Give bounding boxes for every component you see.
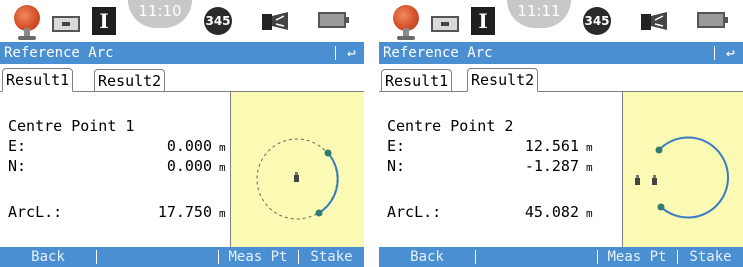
- satellites-icon[interactable]: 345: [583, 7, 611, 35]
- arc-end-point: [657, 203, 665, 211]
- meas-pt-button[interactable]: Meas Pt: [218, 247, 298, 267]
- arc-length-unit: m: [219, 207, 226, 220]
- memory-card-icon[interactable]: [52, 16, 80, 32]
- tab-result2[interactable]: Result2: [467, 68, 539, 92]
- title-separator: [335, 46, 336, 60]
- result-panel: Centre Point 2 E: 12.561 m N: -1.287 m A…: [379, 92, 609, 247]
- point-icon: [635, 175, 640, 185]
- mode-icon[interactable]: I: [92, 7, 116, 35]
- stake-button[interactable]: Stake: [678, 247, 743, 267]
- easting-unit: m: [586, 141, 593, 154]
- battery-icon[interactable]: [318, 12, 349, 28]
- arc-graphic: [230, 92, 364, 247]
- easting-value: 0.000: [166, 137, 212, 155]
- sensor-icon[interactable]: [639, 10, 669, 32]
- tab-result2[interactable]: Result2: [94, 69, 166, 91]
- reference-arc: [658, 136, 730, 219]
- status-bar: I 11:10 345: [0, 0, 364, 42]
- arc-length-label: ArcL.:: [8, 203, 63, 221]
- arc-start-point: [655, 146, 663, 154]
- back-button[interactable]: Back: [0, 247, 96, 267]
- page-title: Reference Arc: [383, 45, 493, 61]
- battery-icon[interactable]: [697, 12, 728, 28]
- back-button[interactable]: Back: [379, 247, 475, 267]
- status-bar: I 11:11 345: [379, 0, 743, 42]
- screen-result1: I 11:10 345 Reference Arc ↩ Result1 Resu…: [0, 0, 364, 267]
- arc-length-label: ArcL.:: [387, 203, 442, 221]
- result-panel: Centre Point 1 E: 0.000 m N: 0.000 m Arc…: [0, 92, 230, 247]
- easting-label: E:: [8, 137, 27, 155]
- stake-button[interactable]: Stake: [299, 247, 364, 267]
- screen-result2: I 11:11 345 Reference Arc ↩ Result1 Resu…: [379, 0, 743, 267]
- tab-bar: Result1 Result2: [0, 64, 364, 92]
- northing-unit: m: [586, 161, 593, 174]
- back-arrow-icon[interactable]: ↩: [726, 42, 735, 64]
- mode-icon[interactable]: I: [471, 7, 495, 35]
- arc-length-value: 17.750: [157, 203, 212, 221]
- arc-length-value: 45.082: [524, 203, 579, 221]
- northing-value: -1.287: [524, 157, 579, 175]
- tab-bar: Result1 Result2: [379, 64, 743, 92]
- arc-length-unit: m: [586, 207, 593, 220]
- arc-start-point: [324, 149, 332, 157]
- tab-result1[interactable]: Result1: [2, 68, 74, 92]
- northing-value: 0.000: [166, 157, 212, 175]
- northing-label: N:: [387, 157, 406, 175]
- prism-base-icon: [18, 36, 36, 40]
- arc-diagram: [635, 136, 730, 219]
- easting-label: E:: [387, 137, 406, 155]
- reference-arc: [318, 152, 339, 214]
- arc-diagram: [256, 138, 339, 220]
- arc-graphic: [622, 92, 743, 247]
- tab-result1[interactable]: Result1: [381, 69, 453, 91]
- softkey-separator: [475, 250, 476, 264]
- memory-card-icon[interactable]: [431, 16, 459, 32]
- satellites-icon[interactable]: 345: [204, 7, 232, 35]
- title-bar: Reference Arc ↩: [0, 42, 364, 64]
- northing-label: N:: [8, 157, 27, 175]
- centre-point-icon: [294, 172, 299, 182]
- easting-value: 12.561: [524, 137, 579, 155]
- title-bar: Reference Arc ↩: [379, 42, 743, 64]
- softkey-separator: [96, 250, 97, 264]
- back-arrow-icon[interactable]: ↩: [347, 42, 356, 64]
- northing-unit: m: [219, 161, 226, 174]
- sensor-icon[interactable]: [260, 10, 290, 32]
- centre-point-heading: Centre Point 1: [8, 117, 135, 135]
- centre-point-heading: Centre Point 2: [387, 117, 514, 135]
- prism-base-icon: [397, 36, 415, 40]
- time-indicator: 11:10: [128, 0, 192, 28]
- meas-pt-button[interactable]: Meas Pt: [597, 247, 677, 267]
- arc-end-point: [315, 209, 323, 217]
- time-indicator: 11:11: [507, 0, 571, 28]
- softkey-bar: Back Meas Pt Stake: [379, 247, 743, 267]
- page-title: Reference Arc: [4, 45, 114, 61]
- title-separator: [714, 46, 715, 60]
- softkey-bar: Back Meas Pt Stake: [0, 247, 364, 267]
- centre-point-icon: [652, 175, 657, 185]
- easting-unit: m: [219, 141, 226, 154]
